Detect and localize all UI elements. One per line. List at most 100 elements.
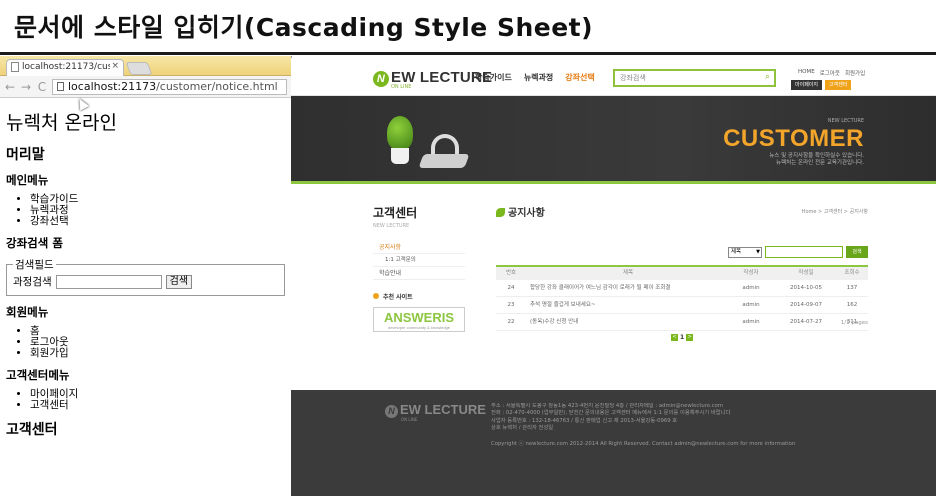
bullet-icon xyxy=(373,293,379,299)
table-row[interactable]: 24 합당한 강좌 클래이어가 여느님 감각이 로래가 될 페이 조회결 adm… xyxy=(496,280,868,297)
member-menu-item[interactable]: 회원가입 xyxy=(30,348,285,359)
board-search-input[interactable] xyxy=(765,246,843,258)
cell-date: 2014-09-07 xyxy=(790,302,822,308)
customer-center-button[interactable]: 고객센터 xyxy=(825,80,852,90)
current-page[interactable]: 1 xyxy=(680,334,684,341)
column-header: 제목 xyxy=(622,270,634,276)
member-menu-list: 홈 로그아웃 회원가입 xyxy=(30,326,285,359)
util-link-home[interactable]: HOME xyxy=(798,69,815,77)
site-main-nav: 학습가이드 뉴렉과정 강좌선택 xyxy=(475,72,595,83)
answeris-logo: ANSWERIS xyxy=(383,310,455,325)
table-header: 번호 제목 작성자 작성일 조회수 xyxy=(496,267,868,280)
search-field-select[interactable]: 제목 ▼ xyxy=(728,246,762,258)
prev-page-button[interactable]: < xyxy=(671,334,678,341)
styled-site-preview: N EW LECTURE ON LINE 학습가이드 뉴렉과정 강좌선택 강좌검색… xyxy=(291,58,936,496)
footer-info: 주소 : 서울특별시 도봉구 창동1동 423-4번지 윤진빌딩 4층 / 관리… xyxy=(491,403,911,432)
table-row[interactable]: 22 (동옥)수강 신청 안내 admin 2014-07-27 311 xyxy=(496,314,868,331)
cell-title[interactable]: 합당한 강좌 클래이어가 여느님 감각이 로래가 될 페이 조회결 xyxy=(526,280,726,296)
reload-icon[interactable]: C xyxy=(36,80,48,94)
side-nav-item-guide[interactable]: 학습안내 xyxy=(373,267,465,280)
board-search-row: 제목 ▼ 검색 xyxy=(728,246,868,258)
header-heading: 머리말 xyxy=(6,147,45,163)
table-row[interactable]: 23 추석 명절 즐겁게 보내세요~ admin 2014-09-07 162 xyxy=(496,297,868,314)
board-search-button[interactable]: 검색 xyxy=(846,246,868,258)
search-fieldset: 검색필드 과정검색 검색 xyxy=(6,257,285,296)
side-nav-item-inquiry[interactable]: 1:1 고객문의 xyxy=(373,254,465,267)
util-link-logout[interactable]: 로그아웃 xyxy=(820,69,840,77)
section-header: 공지사항 Home > 고객센터 > 공지사항 xyxy=(496,184,868,224)
tab-strip: localhost:21173/custome × xyxy=(0,56,291,76)
url-field[interactable]: localhost:21173/customer/notice.html xyxy=(52,78,287,95)
new-tab-button[interactable] xyxy=(125,62,153,75)
footer-line: 사업자 등록번호 : 132-18-46763 / 통신 판매업 신고 제 20… xyxy=(491,417,678,424)
side-nav: 고객센터 NEW LECTURE 공지사항 1:1 고객문의 학습안내 추천 사… xyxy=(373,184,465,332)
customer-menu-heading: 고객센터메뉴 xyxy=(6,368,70,382)
column-header: 작성자 xyxy=(743,270,759,276)
document-icon xyxy=(57,81,64,91)
main-menu-list: 학습가이드 뉴렉과정 강좌선택 xyxy=(30,194,285,227)
leaf-icon xyxy=(496,208,505,217)
customer-menu-list: 마이페이지 고객센터 xyxy=(30,389,285,411)
course-search-input[interactable] xyxy=(55,274,162,289)
page-icon xyxy=(11,62,19,72)
cell-author: admin xyxy=(742,302,760,308)
util-nav: HOME 로그아웃 회원가입 xyxy=(798,69,865,77)
customer-menu-item[interactable]: 고객센터 xyxy=(30,400,285,411)
footer-logo: N EW LECTURE xyxy=(385,402,486,418)
side-nav-item-notice[interactable]: 공지사항 xyxy=(373,241,465,254)
browser-tab[interactable]: localhost:21173/custome × xyxy=(6,59,124,76)
cell-no: 23 xyxy=(507,302,515,308)
pagination: < 1 > xyxy=(671,334,694,341)
search-form-heading: 강좌검색 폼 xyxy=(6,236,63,250)
cell-date: 2014-07-27 xyxy=(790,319,822,325)
forward-icon[interactable]: → xyxy=(20,80,32,94)
hero-desc-line: 뉴렉처는 온라인 전문 교육기관입니다. xyxy=(776,160,864,166)
section-title: 공지사항 xyxy=(496,204,545,219)
browser-window: localhost:21173/custome × ← → C localhos… xyxy=(0,56,292,496)
column-header: 번호 xyxy=(505,270,517,276)
member-menu-heading: 회원메뉴 xyxy=(6,305,49,319)
notice-board-section: 공지사항 Home > 고객센터 > 공지사항 제목 ▼ 검색 번호 제목 작성자… xyxy=(496,184,868,341)
cell-author: admin xyxy=(742,319,760,325)
column-header: 조회수 xyxy=(844,270,860,276)
footer-line: 상호 뉴렉처 / 관리자 전성일 xyxy=(491,424,554,431)
footer-logo-n-icon: N xyxy=(385,405,398,418)
util-link-join[interactable]: 회원가입 xyxy=(845,69,865,77)
breadcrumb: Home > 고객센터 > 공지사항 xyxy=(801,209,868,215)
close-tab-icon[interactable]: × xyxy=(111,61,119,71)
answeris-banner[interactable]: ANSWERIS developer community & knowledge xyxy=(373,307,465,332)
util-buttons: 마이페이지 고객센터 xyxy=(791,80,852,90)
answeris-tagline: developer community & knowledge xyxy=(387,325,451,330)
url-path: /customer/notice.html xyxy=(156,79,278,93)
pot-illustration xyxy=(391,148,409,164)
cell-no: 24 xyxy=(507,285,515,291)
site-footer: N EW LECTURE ON LINE 주소 : 서울특별시 도봉구 창동1동 … xyxy=(291,390,936,496)
nav-item-courses[interactable]: 뉴렉과정 xyxy=(524,72,553,83)
hero-description: 뉴스 및 공지사항을 확인하실수 있습니다. 뉴렉처는 온라인 전문 교육기관입… xyxy=(769,153,864,167)
cell-title[interactable]: 추석 명절 즐겁게 보내세요~ xyxy=(526,297,726,313)
site-header: N EW LECTURE ON LINE 학습가이드 뉴렉과정 강좌선택 강좌검색… xyxy=(291,58,936,96)
footer-logo-subtext: ON LINE xyxy=(401,417,418,422)
notice-table: 번호 제목 작성자 작성일 조회수 24 합당한 강좌 클래이어가 여느님 감각… xyxy=(496,265,868,331)
next-page-button[interactable]: > xyxy=(686,334,694,341)
site-search-input[interactable]: 강좌검색 ⌕ xyxy=(613,69,776,87)
cell-views: 162 xyxy=(846,302,858,308)
magnifier-icon[interactable]: ⌕ xyxy=(765,72,770,82)
search-placeholder: 강좌검색 xyxy=(620,74,646,82)
search-button[interactable]: 검색 xyxy=(165,274,193,289)
mypage-button[interactable]: 마이페이지 xyxy=(791,80,823,90)
nav-item-select[interactable]: 강좌선택 xyxy=(565,72,594,83)
slide-divider xyxy=(0,52,936,55)
cell-views: 137 xyxy=(846,285,858,291)
nav-item-guide[interactable]: 학습가이드 xyxy=(475,72,512,83)
customer-center-heading: 고객센터 xyxy=(6,422,58,438)
back-icon[interactable]: ← xyxy=(4,80,16,94)
main-menu-heading: 메인메뉴 xyxy=(6,173,49,187)
hero-banner: NEW LECTURE CUSTOMER 뉴스 및 공지사항을 확인하실수 있습… xyxy=(291,96,936,184)
footer-copyright: Copyright ⓒ newlecture.com 2012-2014 All… xyxy=(491,441,796,447)
cell-title[interactable]: (동옥)수강 신청 안내 xyxy=(526,314,726,330)
recommend-sites-heading: 추천 사이트 xyxy=(373,292,465,301)
chevron-down-icon: ▼ xyxy=(756,248,760,255)
slide-title: 문서에 스타일 입히기(Cascading Style Sheet) xyxy=(14,13,594,42)
main-menu-item[interactable]: 강좌선택 xyxy=(30,216,285,227)
